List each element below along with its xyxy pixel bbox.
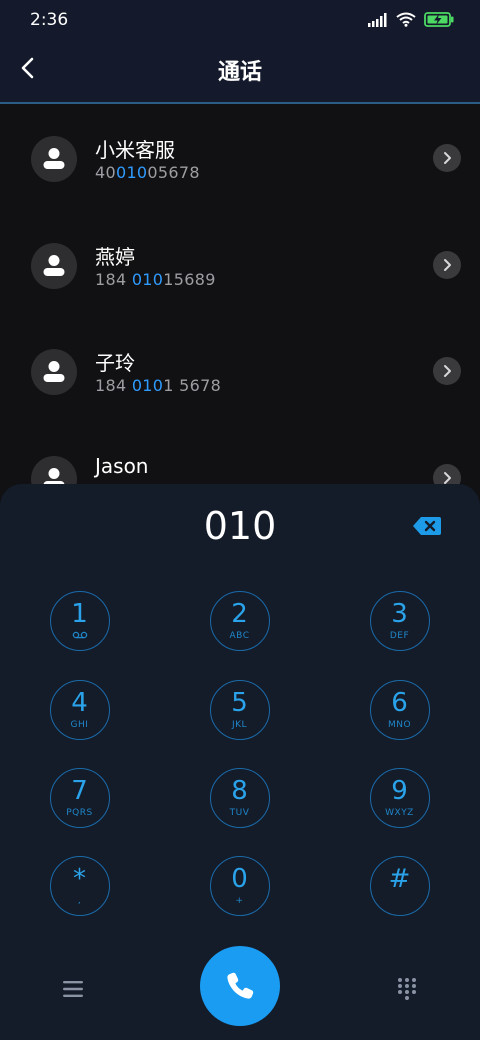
keypad-icon — [398, 978, 416, 1000]
avatar — [31, 136, 77, 182]
key-star[interactable]: * , — [50, 856, 110, 916]
person-icon — [43, 254, 65, 276]
contact-name: 子玲 — [95, 351, 135, 375]
wifi-icon — [396, 12, 416, 27]
contact-name: Jason — [95, 453, 149, 478]
key-letters: + — [235, 896, 244, 906]
chevron-right-icon — [444, 152, 451, 164]
voicemail-icon — [72, 631, 87, 639]
chevron-right-icon — [444, 471, 451, 484]
key-letters: MNO — [387, 720, 412, 730]
key-digit: * — [73, 864, 86, 894]
matched-digits: 010 — [115, 163, 148, 182]
matched-digits: 010 — [131, 376, 164, 395]
key-letters: DEF — [389, 631, 410, 641]
key-8[interactable]: 8 TUV — [210, 768, 270, 828]
status-bar: 2:36 — [0, 0, 480, 40]
key-6[interactable]: 6 MNO — [370, 680, 430, 740]
dialed-number: 010 — [203, 504, 277, 548]
key-digit: 8 — [231, 776, 248, 806]
menu-icon — [63, 981, 83, 997]
contact-name: 燕婷 — [95, 244, 135, 269]
key-letters: ABC — [229, 631, 250, 641]
key-digit: 7 — [71, 776, 88, 806]
key-digit: 4 — [71, 688, 88, 718]
key-1[interactable]: 1 — [50, 591, 110, 651]
key-5[interactable]: 5 JKL — [210, 680, 270, 740]
key-digit: 2 — [231, 599, 248, 629]
battery-charging-icon — [424, 12, 454, 27]
person-icon — [43, 361, 65, 382]
dialer-actions — [0, 944, 480, 1040]
status-time: 2:36 — [30, 10, 69, 30]
key-digit: # — [388, 864, 411, 894]
key-digit: 6 — [391, 688, 408, 718]
key-7[interactable]: 7 PQRS — [50, 768, 110, 828]
key-digit: 9 — [391, 776, 408, 806]
key-letters: JKL — [231, 720, 248, 730]
key-hash[interactable]: # — [370, 856, 430, 916]
contact-detail-button[interactable] — [433, 250, 461, 279]
page-title: 通话 — [217, 60, 262, 85]
key-3[interactable]: 3 DEF — [370, 591, 430, 651]
contact-row[interactable]: 子玲 184 0101 5678 — [0, 319, 480, 426]
avatar — [31, 242, 77, 289]
key-2[interactable]: 2 ABC — [210, 591, 270, 651]
key-letters: WXYZ — [385, 808, 414, 818]
key-0[interactable]: 0 + — [210, 856, 270, 916]
contact-detail-button[interactable] — [433, 357, 461, 385]
call-button[interactable] — [200, 946, 280, 1026]
app-header: 通话 — [0, 40, 480, 104]
chevron-right-icon — [444, 258, 451, 271]
key-digit: 5 — [231, 688, 248, 718]
phone-icon — [227, 972, 254, 999]
dialer-panel: 010 1 2 ABC 3 DEF 4 GHI 5 JKL 6 MNO 7 PQ… — [0, 484, 480, 1040]
key-4[interactable]: 4 GHI — [50, 680, 110, 740]
contact-number: 4001005678 — [95, 163, 200, 182]
status-icons — [368, 12, 454, 27]
backspace-icon — [413, 517, 441, 535]
menu-button[interactable] — [58, 974, 88, 1004]
contact-row[interactable]: 小米客服 4001005678 — [0, 106, 480, 213]
chevron-right-icon — [444, 365, 451, 377]
backspace-button[interactable] — [412, 515, 442, 537]
contact-number: 184 01015689 — [95, 269, 216, 289]
contact-row[interactable]: 燕婷 184 01015689 — [0, 213, 480, 320]
key-letters: PQRS — [66, 808, 93, 818]
contact-list: 小米客服 4001005678 燕婷 184 01015689 子玲 184 0… — [0, 106, 480, 532]
keypad-toggle-button[interactable] — [392, 974, 422, 1004]
key-digit: 1 — [71, 599, 88, 629]
matched-digits: 010 — [131, 269, 164, 289]
signal-icon — [368, 12, 387, 27]
key-letters: TUV — [229, 808, 250, 818]
key-digit: 3 — [391, 599, 408, 629]
contact-number: 184 0101 5678 — [95, 376, 222, 395]
contact-name: 小米客服 — [95, 138, 175, 162]
key-letters: GHI — [70, 720, 89, 730]
contact-detail-button[interactable] — [433, 144, 461, 172]
person-icon — [43, 148, 65, 169]
key-digit: 0 — [231, 864, 248, 894]
key-9[interactable]: 9 WXYZ — [370, 768, 430, 828]
key-letters: , — [77, 896, 82, 906]
avatar — [31, 349, 77, 395]
